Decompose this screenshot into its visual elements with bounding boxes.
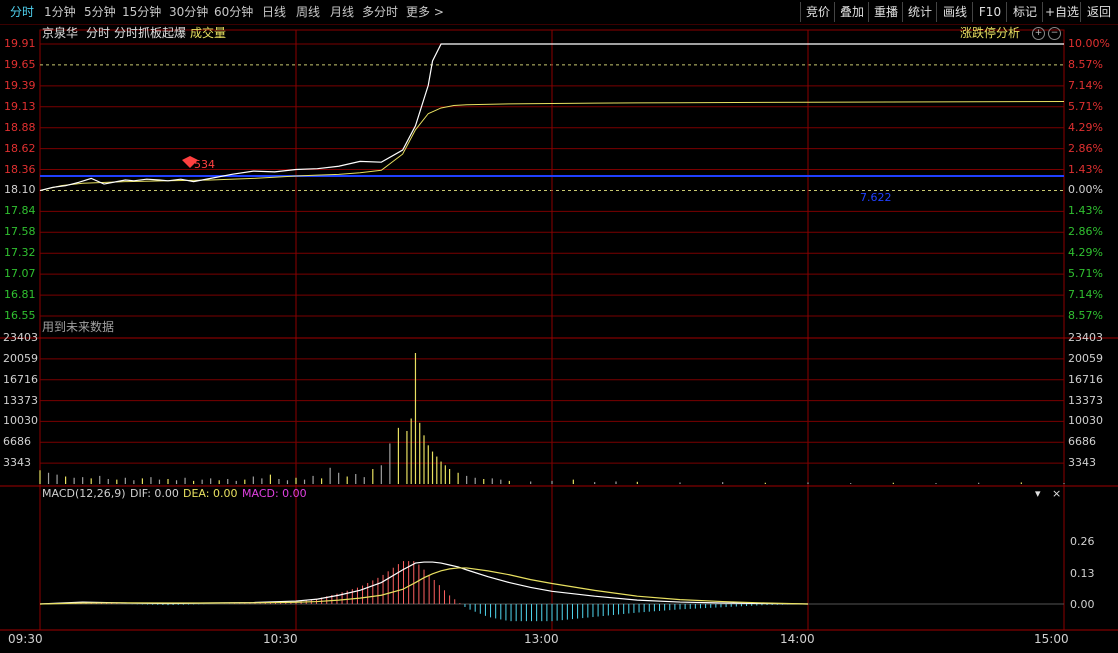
macd-value-label: MACD: 0.00	[242, 487, 307, 500]
tab-2[interactable]: 5分钟	[84, 3, 116, 21]
volume-tick-right: 3343	[1068, 456, 1096, 470]
volume-tick: 3343	[3, 456, 31, 470]
pct-tick: 8.57%	[1068, 309, 1103, 322]
pct-tick: 2.86%	[1068, 225, 1103, 239]
volume-tick: 20059	[3, 351, 38, 365]
limit-analysis-button[interactable]: 涨跌停分析	[960, 26, 1020, 40]
macd-axis-tick: 0.26	[1070, 535, 1095, 548]
view-label: 分时	[86, 26, 111, 40]
price-tick: 17.32	[4, 246, 36, 260]
volume-label: 成交量	[190, 26, 227, 40]
pct-tick: 10.00%	[1068, 37, 1110, 50]
pct-tick: 7.14%	[1068, 288, 1103, 302]
dea-label: DEA: 0.00	[183, 487, 238, 500]
stock-name: 京泉华	[42, 26, 79, 40]
price-tick: 19.91	[4, 37, 36, 50]
price-tick: 19.65	[4, 57, 36, 71]
tab-5[interactable]: 60分钟	[214, 3, 253, 21]
pct-tick: 1.43%	[1068, 162, 1103, 176]
price-tick: 18.10	[4, 183, 36, 197]
pct-tick: 7.14%	[1068, 78, 1103, 92]
price-tick: 17.58	[4, 225, 36, 239]
indicator-label[interactable]: 分时抓板起爆	[114, 26, 186, 40]
pct-tick: 0.00%	[1068, 183, 1103, 197]
tab-8[interactable]: 月线	[330, 3, 354, 21]
signal-value: 534	[194, 158, 215, 171]
price-tick: 16.55	[4, 309, 36, 322]
tab-3[interactable]: 15分钟	[122, 3, 161, 21]
volume-tick: 13373	[3, 393, 38, 407]
time-tick: 14:00	[780, 632, 815, 646]
price-tick: 18.88	[4, 120, 36, 134]
price-tick: 19.13	[4, 99, 36, 113]
volume-tick-right: 20059	[1068, 351, 1103, 365]
zoom-in-icon[interactable]: +	[1032, 27, 1045, 40]
volume-tick: 23403	[3, 331, 38, 344]
macd-menu-icon[interactable]: ▾	[1035, 487, 1041, 501]
tab-7[interactable]: 周线	[296, 3, 320, 21]
tool-button-2[interactable]: 重播	[868, 2, 903, 22]
tool-button-1[interactable]: 叠加	[834, 2, 869, 22]
price-tick: 19.39	[4, 78, 36, 92]
future-data-label: 用到未来数据	[42, 320, 115, 334]
volume-tick-right: 6686	[1068, 435, 1096, 449]
tab-9[interactable]: 多分时	[362, 3, 398, 21]
tab-10[interactable]: 更多 >	[406, 3, 444, 21]
dif-label: DIF: 0.00	[130, 487, 179, 500]
price-tick: 18.36	[4, 162, 36, 176]
price-tick: 16.81	[4, 288, 36, 302]
volume-tick-right: 10030	[1068, 414, 1103, 428]
blue-line-value: 7.622	[860, 191, 892, 204]
time-tick: 09:30	[8, 632, 43, 646]
pct-tick: 8.57%	[1068, 57, 1103, 71]
price-tick: 17.84	[4, 204, 36, 218]
pct-tick: 2.86%	[1068, 141, 1103, 155]
pct-tick: 4.29%	[1068, 246, 1103, 260]
volume-tick-right: 16716	[1068, 372, 1103, 386]
tool-button-5[interactable]: F10	[972, 2, 1007, 22]
macd-axis-tick: 0.13	[1070, 567, 1095, 580]
tool-button-8[interactable]: 返回	[1080, 2, 1117, 22]
tool-button-4[interactable]: 画线	[936, 2, 973, 22]
tab-1[interactable]: 1分钟	[44, 3, 76, 21]
volume-tick: 16716	[3, 372, 38, 386]
macd-axis-tick: 0.00	[1070, 598, 1095, 611]
price-tick: 18.62	[4, 141, 36, 155]
tab-6[interactable]: 日线	[262, 3, 286, 21]
tab-4[interactable]: 30分钟	[169, 3, 208, 21]
pct-tick: 4.29%	[1068, 120, 1103, 134]
macd-label: MACD(12,26,9)	[42, 487, 126, 500]
tool-button-6[interactable]: 标记	[1006, 2, 1043, 22]
time-tick: 15:00	[1034, 632, 1069, 646]
pct-tick: 5.71%	[1068, 267, 1103, 281]
volume-tick-right: 23403	[1068, 331, 1103, 344]
intraday-chart	[0, 29, 1118, 631]
price-tick: 17.07	[4, 267, 36, 281]
time-tick: 13:00	[524, 632, 559, 646]
tool-button-7[interactable]: +自选	[1042, 2, 1081, 22]
pct-tick: 1.43%	[1068, 204, 1103, 218]
tab-0[interactable]: 分时	[10, 3, 34, 21]
volume-tick: 10030	[3, 414, 38, 428]
pct-tick: 5.71%	[1068, 99, 1103, 113]
volume-tick: 6686	[3, 435, 31, 449]
tool-button-0[interactable]: 竞价	[800, 2, 835, 22]
zoom-out-icon[interactable]: −	[1048, 27, 1061, 40]
time-tick: 10:30	[263, 632, 298, 646]
volume-tick-right: 13373	[1068, 393, 1103, 407]
tool-button-3[interactable]: 统计	[902, 2, 937, 22]
macd-close-icon[interactable]: ×	[1052, 487, 1061, 501]
